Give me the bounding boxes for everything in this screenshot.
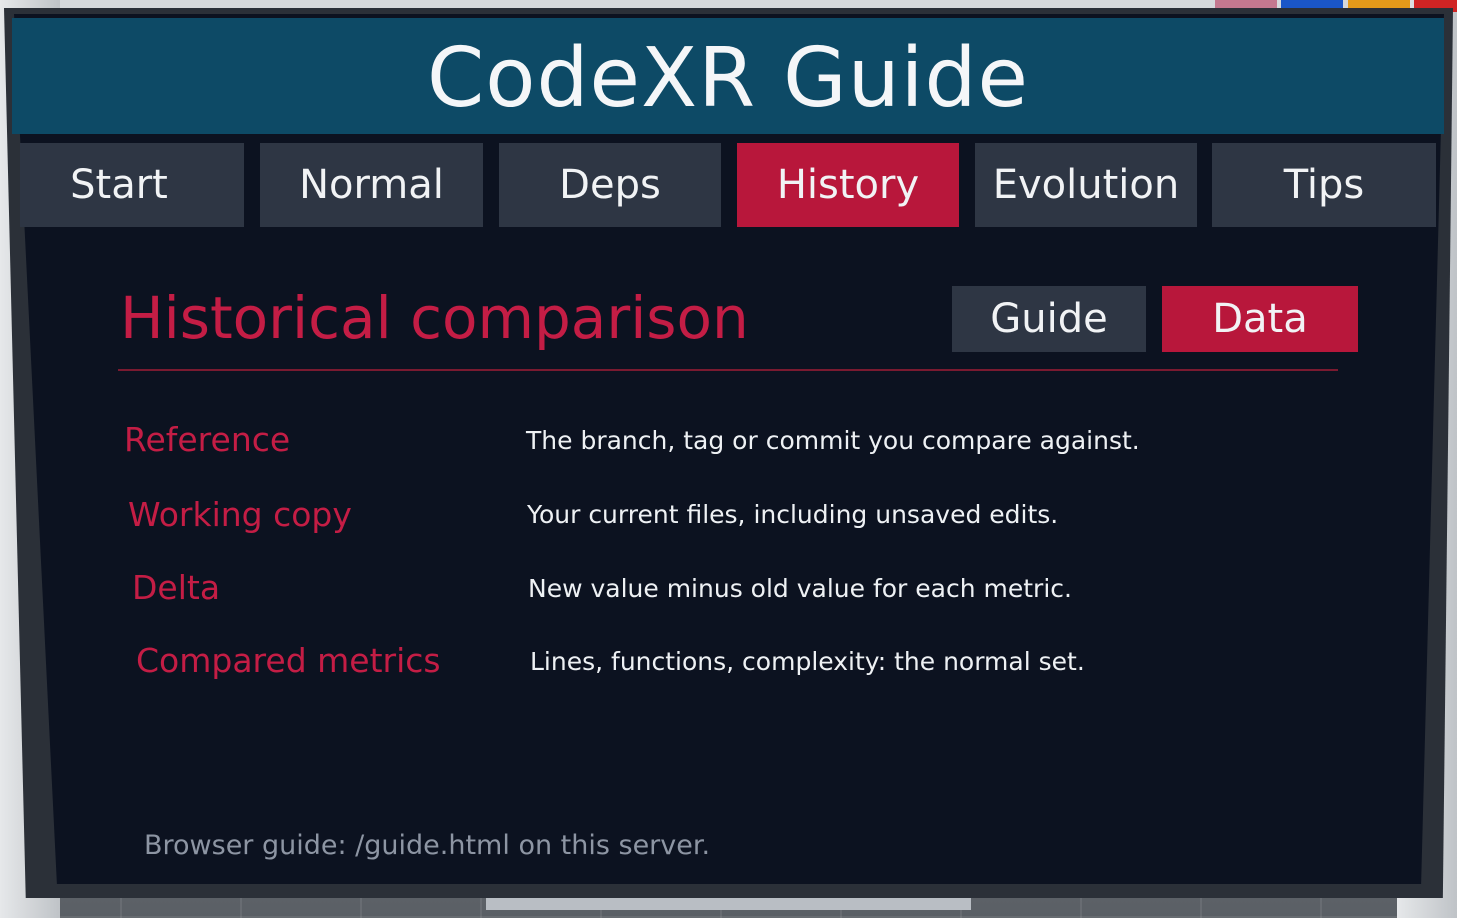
definition-term: Delta xyxy=(132,568,221,607)
definition-term: Reference xyxy=(124,420,291,459)
tab-evolution-label: Evolution xyxy=(992,162,1180,208)
tab-history-label: History xyxy=(776,162,920,208)
definition-description: Your current files, including unsaved ed… xyxy=(527,500,1059,529)
app-title: CodeXR Guide xyxy=(427,30,1029,126)
tab-normal[interactable]: Normal xyxy=(260,143,483,227)
tab-history[interactable]: History xyxy=(737,143,959,227)
definition-description: Lines, functions, complexity: the normal… xyxy=(530,647,1085,676)
tab-tips-label: Tips xyxy=(1283,162,1365,208)
section-title: Historical comparison xyxy=(120,284,749,352)
tab-start-label: Start xyxy=(70,162,168,208)
section-divider xyxy=(118,369,1338,371)
tab-tips[interactable]: Tips xyxy=(1212,143,1436,227)
data-toggle-label: Data xyxy=(1212,296,1308,342)
tab-normal-label: Normal xyxy=(299,162,444,208)
tab-evolution[interactable]: Evolution xyxy=(975,143,1197,227)
definition-description: The branch, tag or commit you compare ag… xyxy=(526,426,1140,455)
definition-description: New value minus old value for each metri… xyxy=(528,574,1072,603)
tab-start[interactable]: Start xyxy=(20,143,244,227)
app-header: CodeXR Guide xyxy=(12,18,1444,134)
tab-deps[interactable]: Deps xyxy=(499,143,721,227)
data-toggle-button[interactable]: Data xyxy=(1162,286,1358,352)
guide-toggle-button[interactable]: Guide xyxy=(952,286,1146,352)
definition-term: Working copy xyxy=(128,495,352,534)
footer-note: Browser guide: /guide.html on this serve… xyxy=(144,830,711,861)
section-header: Historical comparison Guide Data xyxy=(120,280,1360,370)
tab-bar: Start Normal Deps History Evolution Tips xyxy=(20,143,1440,227)
definition-term: Compared metrics xyxy=(136,641,441,680)
horizontal-scrollbar[interactable] xyxy=(486,898,971,910)
tab-deps-label: Deps xyxy=(559,162,661,208)
guide-toggle-label: Guide xyxy=(990,296,1108,342)
